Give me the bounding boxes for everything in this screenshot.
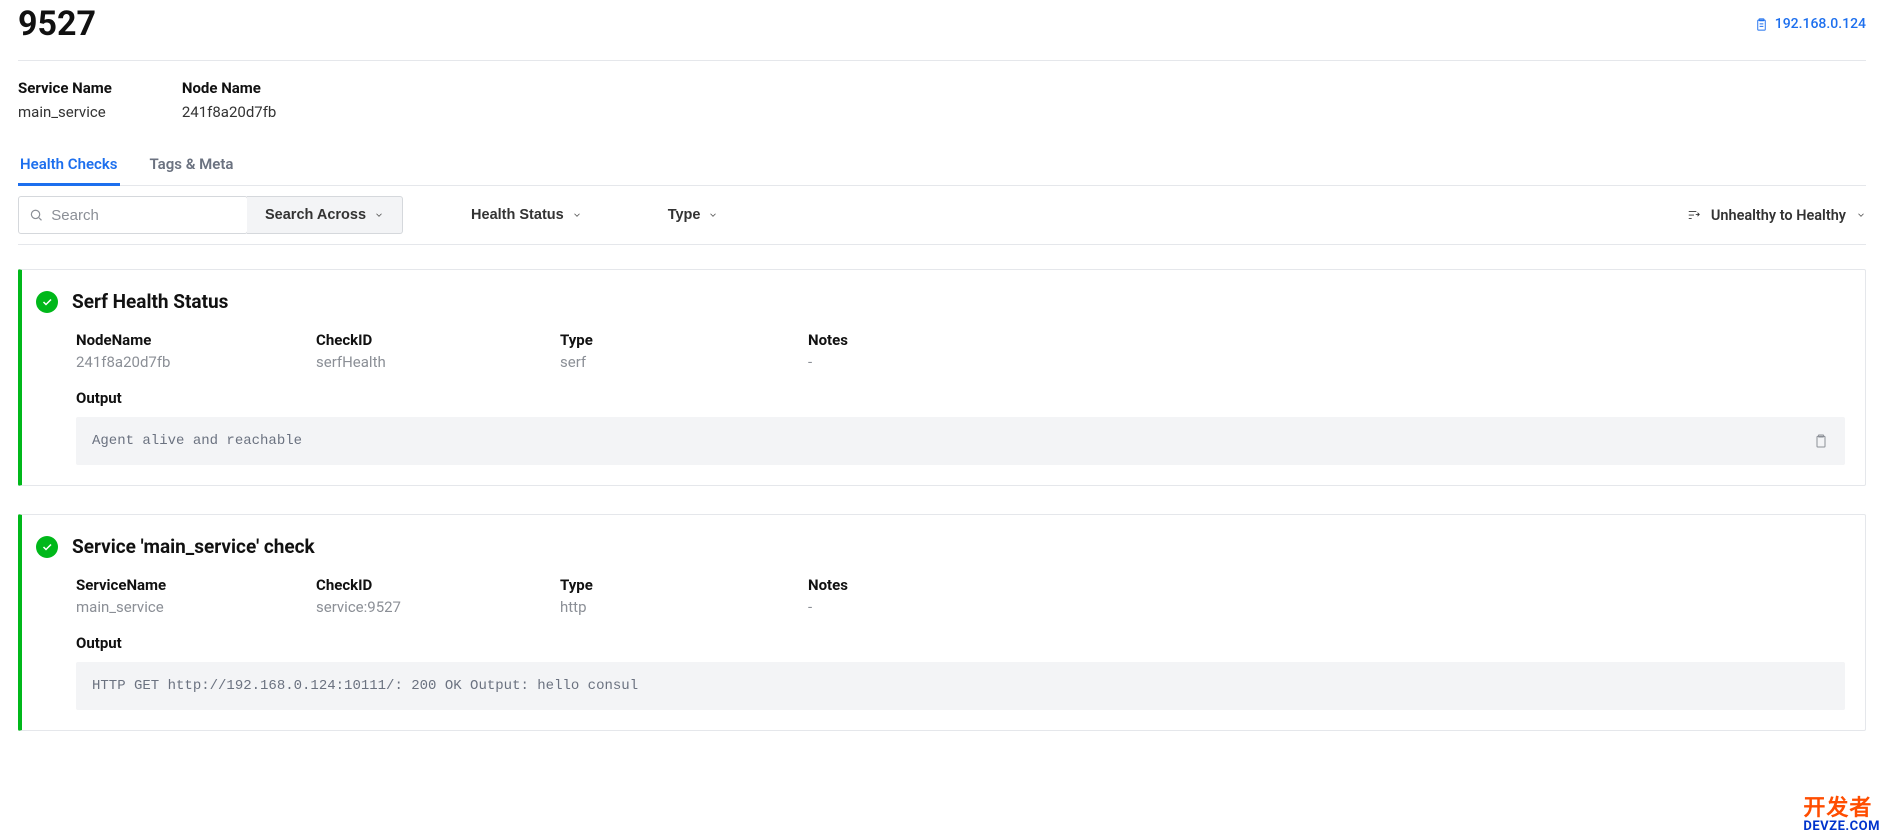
- detail-value: -: [808, 353, 848, 371]
- detail-label: Notes: [808, 576, 848, 594]
- service-name-label: Service Name: [18, 79, 112, 97]
- output-section: Output HTTP GET http://192.168.0.124:101…: [36, 634, 1845, 710]
- card-header: Service 'main_service' check: [36, 535, 1845, 558]
- node-name-block: Node Name 241f8a20d7fb: [182, 79, 276, 121]
- service-name-value: main_service: [18, 103, 112, 121]
- detail-col: Notes -: [808, 331, 848, 371]
- search-across-label: Search Across: [265, 207, 366, 223]
- sort-button[interactable]: Unhealthy to Healthy: [1687, 207, 1866, 224]
- detail-grid: ServiceName main_service CheckID service…: [36, 576, 1845, 616]
- tabs: Health Checks Tags & Meta: [18, 145, 1866, 186]
- output-label: Output: [76, 634, 1845, 652]
- detail-col: Notes -: [808, 576, 848, 616]
- chevron-down-icon: [1856, 210, 1866, 220]
- service-meta-row: Service Name main_service Node Name 241f…: [18, 61, 1866, 145]
- watermark-bot: DEVZE.COM: [1803, 820, 1880, 833]
- tab-tags-meta[interactable]: Tags & Meta: [148, 145, 236, 186]
- detail-value: main_service: [76, 598, 316, 616]
- health-check-card: Serf Health Status NodeName 241f8a20d7fb…: [18, 269, 1866, 486]
- chevron-down-icon: [708, 210, 718, 220]
- chevron-down-icon: [572, 210, 582, 220]
- card-header: Serf Health Status: [36, 290, 1845, 313]
- status-passing-icon: [36, 291, 58, 313]
- health-status-filter[interactable]: Health Status: [453, 196, 600, 234]
- sort-icon: [1687, 208, 1701, 222]
- search-across-button[interactable]: Search Across: [247, 196, 403, 234]
- chevron-down-icon: [374, 210, 384, 220]
- detail-value: 241f8a20d7fb: [76, 353, 316, 371]
- detail-value: serfHealth: [316, 353, 560, 371]
- detail-col: Type serf: [560, 331, 808, 371]
- service-name-block: Service Name main_service: [18, 79, 112, 121]
- status-passing-icon: [36, 536, 58, 558]
- page-header: 9527 192.168.0.124: [18, 0, 1866, 61]
- search-input[interactable]: [51, 207, 237, 224]
- output-label: Output: [76, 389, 1845, 407]
- ip-address-link[interactable]: 192.168.0.124: [1754, 16, 1866, 32]
- detail-label: NodeName: [76, 331, 316, 349]
- detail-grid: NodeName 241f8a20d7fb CheckID serfHealth…: [36, 331, 1845, 371]
- search-wrapper: [18, 196, 248, 234]
- copy-icon[interactable]: [1813, 433, 1829, 449]
- detail-label: CheckID: [316, 576, 560, 594]
- node-name-value: 241f8a20d7fb: [182, 103, 276, 121]
- ip-address-text: 192.168.0.124: [1775, 16, 1866, 32]
- detail-value: serf: [560, 353, 808, 371]
- node-name-label: Node Name: [182, 79, 276, 97]
- check-title: Service 'main_service' check: [72, 535, 315, 558]
- detail-col: NodeName 241f8a20d7fb: [76, 331, 316, 371]
- search-icon: [29, 207, 43, 223]
- detail-col: ServiceName main_service: [76, 576, 316, 616]
- detail-label: CheckID: [316, 331, 560, 349]
- detail-label: ServiceName: [76, 576, 316, 594]
- health-check-card: Service 'main_service' check ServiceName…: [18, 514, 1866, 731]
- output-text: Agent alive and reachable: [92, 433, 302, 449]
- output-section: Output Agent alive and reachable: [36, 389, 1845, 465]
- detail-value: -: [808, 598, 848, 616]
- detail-label: Type: [560, 331, 808, 349]
- output-box: HTTP GET http://192.168.0.124:10111/: 20…: [76, 662, 1845, 710]
- type-filter[interactable]: Type: [650, 196, 737, 234]
- detail-label: Type: [560, 576, 808, 594]
- detail-col: Type http: [560, 576, 808, 616]
- page-title: 9527: [18, 4, 96, 44]
- type-filter-label: Type: [668, 207, 701, 223]
- detail-value: service:9527: [316, 598, 560, 616]
- detail-col: CheckID service:9527: [316, 576, 560, 616]
- watermark: 开发者 DEVZE.COM: [1803, 798, 1880, 833]
- detail-value: http: [560, 598, 808, 616]
- sort-label: Unhealthy to Healthy: [1711, 207, 1846, 224]
- detail-col: CheckID serfHealth: [316, 331, 560, 371]
- output-box: Agent alive and reachable: [76, 417, 1845, 465]
- detail-label: Notes: [808, 331, 848, 349]
- output-text: HTTP GET http://192.168.0.124:10111/: 20…: [92, 678, 638, 694]
- check-title: Serf Health Status: [72, 290, 228, 313]
- clipboard-icon: [1754, 17, 1769, 32]
- tab-health-checks[interactable]: Health Checks: [18, 145, 120, 186]
- filter-row: Search Across Health Status Type Unhealt…: [18, 186, 1866, 245]
- health-status-label: Health Status: [471, 207, 564, 223]
- watermark-top: 开发者: [1803, 798, 1880, 820]
